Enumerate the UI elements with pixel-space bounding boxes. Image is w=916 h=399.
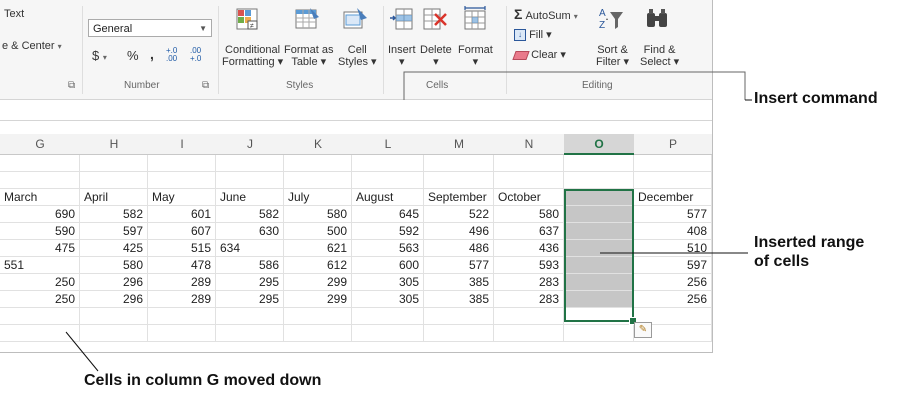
callout-inserted-range: Inserted range of cells xyxy=(754,233,864,271)
callout-lines xyxy=(65,71,752,372)
callout-inserted-range-line2: of cells xyxy=(754,253,810,270)
insert-bracket xyxy=(403,71,746,100)
callout-inserted-range-line1: Inserted range xyxy=(754,234,865,251)
cells-moved-leader-line xyxy=(65,331,99,372)
callout-insert-command: Insert command xyxy=(754,90,878,107)
callout-cells-moved: Cells in column G moved down xyxy=(84,372,322,389)
